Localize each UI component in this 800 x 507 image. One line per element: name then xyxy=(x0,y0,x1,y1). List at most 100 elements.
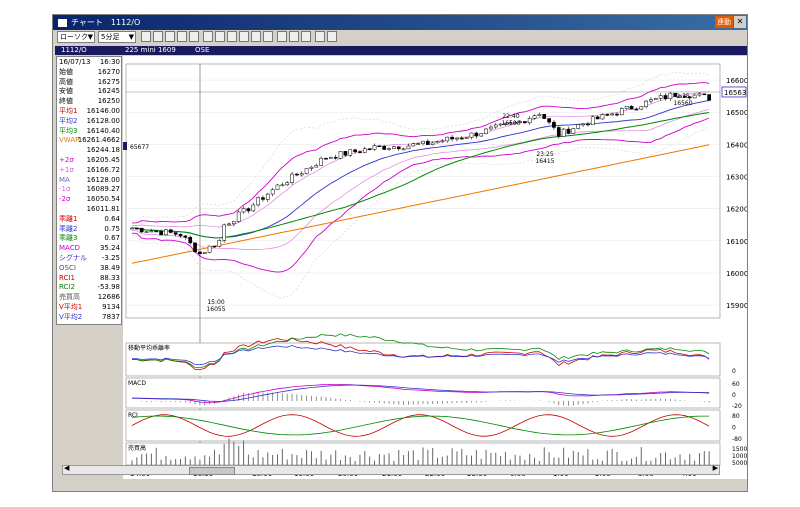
candle xyxy=(207,245,212,253)
candle xyxy=(387,148,391,150)
pen-icon[interactable] xyxy=(277,31,287,42)
zoom-in-icon[interactable] xyxy=(153,31,163,42)
eraser-icon[interactable] xyxy=(301,31,311,42)
print-icon[interactable] xyxy=(251,31,261,42)
data-row-value: 12686 xyxy=(97,293,120,302)
candle xyxy=(459,137,464,140)
candle xyxy=(663,95,668,99)
candle xyxy=(629,105,634,110)
y-tick-label: 16300 xyxy=(726,174,747,182)
chart-svg[interactable]: 15900 16000 16100 16200 16300 16400 16500 16600… xyxy=(123,56,751,479)
data-row: 終値 16250 xyxy=(58,97,121,106)
chevron-down-icon: ▼ xyxy=(128,33,134,41)
data-row-value: 16011.81 xyxy=(86,205,120,213)
candle xyxy=(479,133,484,137)
y-tick-label: 16400 xyxy=(726,141,747,149)
candle xyxy=(198,251,202,254)
data-row-value: 16275 xyxy=(97,77,120,86)
data-row: V平均1 9134 xyxy=(58,303,121,312)
color-icon[interactable] xyxy=(315,31,325,42)
indicator-icon[interactable] xyxy=(203,31,213,42)
data-row-value: 16050.54 xyxy=(86,195,120,204)
line-chart-icon[interactable] xyxy=(215,31,225,42)
panel-tick-label: -20 xyxy=(732,403,742,410)
main-plot-frame xyxy=(125,63,721,319)
close-drawing-icon[interactable] xyxy=(327,31,337,42)
candle xyxy=(440,140,445,143)
annotation-price: 16055 xyxy=(206,306,225,313)
candle xyxy=(644,100,648,107)
data-row-value: 16244.18 xyxy=(86,146,120,155)
zoom-out-icon[interactable] xyxy=(165,31,175,42)
candle xyxy=(586,123,590,126)
candle xyxy=(232,221,236,225)
candle xyxy=(430,142,435,145)
panel-tick-label: 60 xyxy=(732,381,740,388)
scroll-end-icon[interactable] xyxy=(189,31,199,42)
search-icon[interactable] xyxy=(239,31,249,42)
candle xyxy=(275,184,280,190)
interval-select[interactable]: 5分足 ▼ xyxy=(98,31,136,43)
candle xyxy=(217,240,222,247)
candle xyxy=(154,230,159,233)
candle xyxy=(426,140,430,145)
candle xyxy=(653,97,658,100)
candle xyxy=(542,113,547,119)
candle-settings-icon[interactable] xyxy=(141,31,151,42)
candle xyxy=(227,223,231,226)
annotation-price: 16500 xyxy=(501,120,520,127)
table-icon[interactable] xyxy=(263,31,273,42)
candle xyxy=(309,166,314,169)
candle xyxy=(372,145,377,150)
candle xyxy=(523,121,527,124)
candle xyxy=(692,94,697,99)
candle xyxy=(707,94,711,101)
title-bar[interactable]: チャート 1112/O 連動 ✕ xyxy=(53,15,747,30)
close-button[interactable]: ✕ xyxy=(734,16,746,28)
candle xyxy=(251,204,256,212)
candle xyxy=(343,151,348,156)
candle xyxy=(421,140,425,144)
data-row-value: 16270 xyxy=(97,67,120,76)
horizontal-scrollbar[interactable]: ◀ ▶ xyxy=(62,464,720,475)
chart-area[interactable]: 15900 16000 16100 16200 16300 16400 16500 16600… xyxy=(123,56,751,479)
data-row-label: +2σ xyxy=(59,156,74,164)
renraku-button[interactable]: 連動 xyxy=(715,16,733,28)
panel-tick-label: 15000 xyxy=(732,446,747,453)
chart-type-select[interactable]: ローソク ▼ xyxy=(57,31,95,43)
cursor-icon[interactable] xyxy=(289,31,299,42)
data-row-value: 16128.00 xyxy=(86,116,120,125)
candle xyxy=(474,132,479,137)
candle xyxy=(576,124,581,129)
data-row: 平均2 16128.00 xyxy=(58,117,121,126)
scroll-thumb[interactable] xyxy=(189,467,235,475)
data-row-label: VWAP xyxy=(59,136,80,145)
panel-tick-label: 0 xyxy=(732,392,736,399)
scroll-right-icon[interactable]: ▶ xyxy=(713,464,718,472)
data-row-value: 16245 xyxy=(97,87,120,96)
candle xyxy=(348,149,353,156)
candle xyxy=(295,173,299,176)
scroll-left-icon[interactable]: ◀ xyxy=(64,464,69,472)
candle xyxy=(537,113,542,116)
data-row: 16244.18 xyxy=(58,146,121,155)
data-row: MACD 35.24 xyxy=(58,244,121,253)
candle xyxy=(183,235,188,238)
candle xyxy=(202,252,207,254)
candle xyxy=(702,93,707,96)
grid-icon[interactable] xyxy=(227,31,237,42)
data-row-label: RCI2 xyxy=(59,283,75,292)
panel-tick-label: 0 xyxy=(732,425,736,432)
candle xyxy=(367,148,372,151)
candle xyxy=(493,124,498,128)
period-icon[interactable] xyxy=(177,31,187,42)
candle xyxy=(377,145,382,148)
candle xyxy=(532,115,537,119)
data-row-value: 0.67 xyxy=(104,234,120,243)
y-tick-label: 16500 xyxy=(726,109,747,117)
data-row-value: 16:30 xyxy=(99,58,120,66)
candle xyxy=(571,128,576,134)
candle xyxy=(556,127,561,137)
data-row-label: 16/07/13 xyxy=(59,58,91,66)
annotation-time: 2:35 xyxy=(676,93,690,100)
